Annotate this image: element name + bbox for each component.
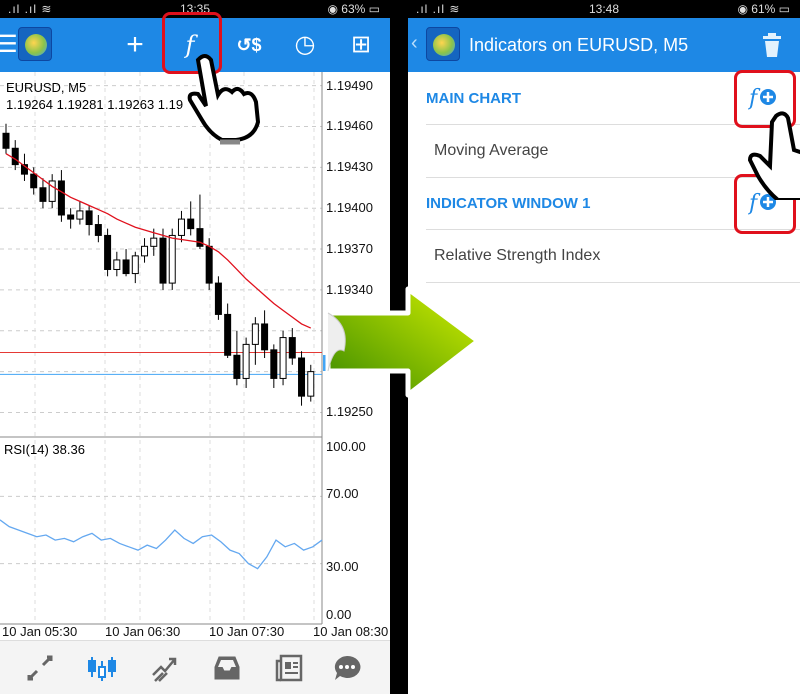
price-tick: 1.19430 <box>326 159 373 175</box>
candle-body <box>242 343 250 379</box>
candle-body <box>11 147 19 166</box>
new-document-icon[interactable]: ⊞ <box>344 28 378 62</box>
chart-ohlc: 1.19264 1.19281 1.19263 1.19 <box>6 97 184 112</box>
page-title: Indicators on EURUSD, M5 <box>469 35 689 55</box>
bottom-nav <box>0 640 390 694</box>
candle-body <box>168 234 176 284</box>
news-icon[interactable] <box>274 653 304 683</box>
candle-body <box>2 132 10 149</box>
time-label: 10 Jan 06:30 <box>105 624 181 639</box>
candle-body <box>94 224 102 236</box>
candle-body <box>205 245 213 284</box>
divider <box>426 282 800 283</box>
rsi-tick: 30.00 <box>326 559 359 574</box>
candle-body <box>76 210 84 220</box>
chart-symbol: EURUSD, M5 <box>6 80 87 95</box>
quotes-icon[interactable] <box>25 653 55 683</box>
hand-cursor-icon <box>748 111 800 200</box>
candle-body <box>251 323 259 345</box>
candle-body <box>177 218 185 236</box>
trash-icon[interactable] <box>762 32 782 58</box>
candle-body <box>122 259 130 275</box>
time-label: 10 Jan 07:30 <box>209 624 285 639</box>
candle-body <box>288 337 296 359</box>
candle-body <box>150 237 158 247</box>
candle-body <box>85 210 93 226</box>
candle-body <box>279 337 287 379</box>
app-logo <box>18 27 52 61</box>
indicator-moving-average[interactable]: Moving Average <box>434 142 548 160</box>
candle-body <box>39 187 47 202</box>
eye-icon: ◉ <box>737 2 752 16</box>
messages-icon[interactable] <box>332 653 362 683</box>
candle-body <box>261 323 269 351</box>
price-tick: 1.19490 <box>326 77 373 93</box>
candle-body <box>30 173 38 189</box>
candle-body <box>307 371 315 397</box>
battery-icon: ▭ <box>368 2 380 16</box>
candle-body <box>214 282 222 315</box>
rsi-label: RSI(14) 38.36 <box>4 442 85 457</box>
section-indicator-window-1: INDICATOR WINDOW 1 <box>426 195 591 212</box>
candle-body <box>57 180 65 216</box>
candle-body <box>141 245 149 257</box>
price-tick: 1.19250 <box>326 404 373 420</box>
trade-icon[interactable] <box>149 653 179 683</box>
candle-body <box>270 349 278 379</box>
clock-icon[interactable]: ◷ <box>288 28 322 62</box>
rsi-tick: 100.00 <box>326 439 366 454</box>
chart-icon[interactable] <box>87 653 117 683</box>
history-icon[interactable] <box>212 653 242 683</box>
candle-body <box>113 259 121 270</box>
eye-icon: ◉ <box>327 2 342 16</box>
arrow-right-icon <box>325 286 481 398</box>
rsi-tick: 0.00 <box>326 607 352 622</box>
candle-body <box>224 313 232 356</box>
crosshair-icon[interactable]: + <box>118 28 152 62</box>
back-icon[interactable]: ‹ <box>411 32 418 55</box>
candle-body <box>104 234 112 270</box>
rsi-tick: 70.00 <box>326 486 359 501</box>
section-main-chart: MAIN CHART <box>426 90 521 107</box>
price-tick: 1.19370 <box>326 241 373 257</box>
time-label: 10 Jan 08:30 <box>313 624 389 639</box>
price-tick: 1.19460 <box>326 118 373 134</box>
toolbar: ‹ Indicators on EURUSD, M5 <box>408 18 800 72</box>
hand-cursor-icon <box>187 54 261 145</box>
candle-body <box>67 214 75 220</box>
time-label: 10 Jan 05:30 <box>2 624 78 639</box>
status-bar: .ıl .ıl ≋ 13:48 ◉ 61% ▭ <box>408 0 800 18</box>
battery-icon: ▭ <box>778 2 790 16</box>
indicator-rsi[interactable]: Relative Strength Index <box>434 247 600 265</box>
price-tick: 1.19400 <box>326 200 373 216</box>
candle-body <box>233 354 241 379</box>
battery-level: 61% <box>751 2 776 16</box>
candle-body <box>131 255 139 275</box>
battery-level: 63% <box>341 2 366 16</box>
candle-body <box>298 357 306 397</box>
candle-body <box>159 237 167 284</box>
candle-body <box>48 180 56 202</box>
candle-body <box>187 218 195 230</box>
rsi-line <box>0 519 323 570</box>
app-logo <box>426 27 460 61</box>
